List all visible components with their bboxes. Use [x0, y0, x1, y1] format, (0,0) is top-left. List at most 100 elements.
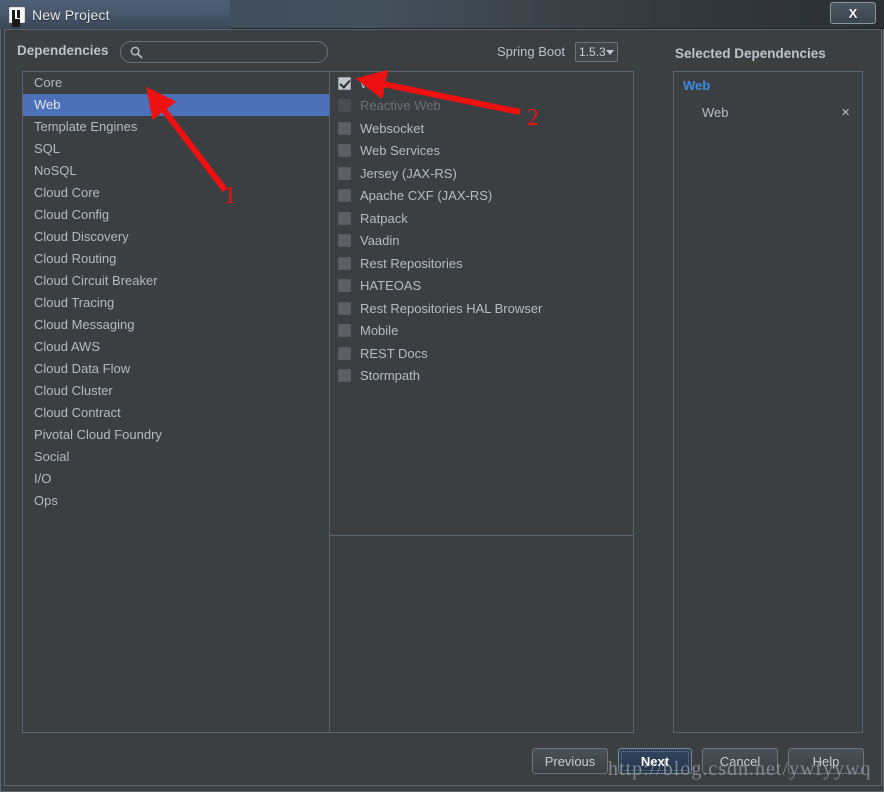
checkbox-icon[interactable] [338, 346, 351, 360]
dependency-item-label: REST Docs [360, 345, 428, 361]
dependency-item[interactable]: Web [330, 72, 633, 95]
checkbox-icon[interactable] [338, 144, 351, 158]
category-item[interactable]: I/O [23, 468, 329, 490]
checkbox-checked-icon[interactable] [338, 76, 351, 90]
spring-boot-label: Spring Boot [497, 44, 565, 59]
selected-dependency-row[interactable]: Web × [674, 101, 862, 123]
next-button[interactable]: Next [618, 748, 692, 774]
category-item[interactable]: SQL [23, 138, 329, 160]
dependency-item-label: Stormpath [360, 368, 420, 384]
category-item-label: Core [34, 75, 63, 90]
category-item[interactable]: Cloud Contract [23, 402, 329, 424]
category-item-label: Web [34, 97, 61, 112]
dependency-list-divider [330, 535, 633, 536]
category-item[interactable]: Core [23, 72, 329, 94]
close-window-button[interactable]: X [830, 2, 876, 24]
category-item[interactable]: Template Engines [23, 116, 329, 138]
category-item[interactable]: Cloud AWS [23, 336, 329, 358]
category-item[interactable]: Cloud Tracing [23, 292, 329, 314]
dependency-item[interactable]: Web Services [330, 140, 633, 163]
dependency-item[interactable]: Jersey (JAX-RS) [330, 162, 633, 185]
search-icon [130, 46, 143, 59]
cancel-button[interactable]: Cancel [702, 748, 778, 774]
dependency-item-label: Jersey (JAX-RS) [360, 165, 457, 181]
dependency-item-label: Ratpack [360, 210, 408, 226]
dependency-item[interactable]: HATEOAS [330, 275, 633, 298]
checkbox-icon[interactable] [338, 256, 351, 270]
dependency-item-label: Web Services [360, 143, 440, 159]
dependency-item[interactable]: Ratpack [330, 207, 633, 230]
category-item[interactable]: Pivotal Cloud Foundry [23, 424, 329, 446]
checkbox-icon[interactable] [338, 189, 351, 203]
checkbox-icon[interactable] [338, 301, 351, 315]
dependency-item[interactable]: Apache CXF (JAX-RS) [330, 185, 633, 208]
checkbox-icon [338, 99, 351, 113]
category-list-panel: Core Web Template Engines SQL NoSQL Cloud Cor… [22, 71, 329, 733]
dependency-item-label: Reactive Web [360, 98, 441, 114]
checkbox-icon[interactable] [338, 211, 351, 225]
dependency-item[interactable]: Rest Repositories HAL Browser [330, 297, 633, 320]
search-input[interactable] [148, 44, 324, 63]
category-item[interactable]: Ops [23, 490, 329, 512]
checkbox-icon[interactable] [338, 234, 351, 248]
category-item[interactable]: Cloud Core [23, 182, 329, 204]
category-item-label: Cloud Tracing [34, 295, 115, 310]
category-item[interactable]: NoSQL [23, 160, 329, 182]
category-item[interactable]: Cloud Cluster [23, 380, 329, 402]
dependency-item-label: Apache CXF (JAX-RS) [360, 188, 493, 204]
category-item-label: Cloud Routing [34, 251, 117, 266]
category-item[interactable]: Cloud Data Flow [23, 358, 329, 380]
category-item-label: Social [34, 449, 70, 464]
dependency-item[interactable]: Rest Repositories [330, 252, 633, 275]
checkbox-icon[interactable] [338, 121, 351, 135]
checkbox-icon[interactable] [338, 324, 351, 338]
category-item[interactable]: Cloud Messaging [23, 314, 329, 336]
dependencies-label: Dependencies [17, 43, 109, 58]
category-item-label: NoSQL [34, 163, 77, 178]
dependency-item-label: Mobile [360, 323, 399, 339]
dependency-item[interactable]: REST Docs [330, 342, 633, 365]
category-item-label: SQL [34, 141, 61, 156]
checkbox-icon[interactable] [338, 166, 351, 180]
category-item-label: Cloud Contract [34, 405, 121, 420]
dependency-item-label: Websocket [360, 120, 425, 136]
category-item-label: Cloud Config [34, 207, 110, 222]
checkbox-icon[interactable] [338, 279, 351, 293]
dependency-item-label: Vaadin [360, 233, 400, 249]
dependency-item[interactable]: Mobile [330, 320, 633, 343]
dependency-item[interactable]: Vaadin [330, 230, 633, 253]
spring-boot-version-value: 1.5.3 [579, 45, 606, 59]
dependency-item-label: Rest Repositories [360, 255, 463, 271]
category-item-label: Template Engines [34, 119, 138, 134]
chevron-down-icon [606, 50, 614, 55]
window-title: New Project [32, 6, 110, 23]
window-titlebar: New Project X [0, 0, 884, 29]
selected-dependencies-panel: Web Web × [673, 71, 863, 733]
dependency-list-panel: Web Reactive Web Websocket Web Services Jers… [329, 71, 634, 733]
dependency-item[interactable]: Websocket [330, 117, 633, 140]
dependency-item-label: HATEOAS [360, 278, 422, 294]
close-icon[interactable]: × [841, 105, 850, 120]
checkbox-icon[interactable] [338, 369, 351, 383]
selected-dependencies-heading: Selected Dependencies [675, 46, 826, 61]
category-item[interactable]: Cloud Routing [23, 248, 329, 270]
category-item[interactable]: Web [23, 94, 329, 116]
category-item-label: I/O [34, 471, 52, 486]
window-title-group: New Project [9, 4, 110, 25]
category-item[interactable]: Cloud Circuit Breaker [23, 270, 329, 292]
category-item[interactable]: Cloud Discovery [23, 226, 329, 248]
dependency-item[interactable]: Stormpath [330, 365, 633, 388]
category-item-label: Cloud Data Flow [34, 361, 131, 376]
previous-button[interactable]: Previous [532, 748, 608, 774]
intellij-idea-icon [9, 6, 25, 23]
new-project-dialog-screen: New Project X Dependencies Spring Boot 1… [0, 0, 884, 792]
category-item-label: Cloud Core [34, 185, 100, 200]
spring-boot-version-select[interactable]: 1.5.3 [575, 42, 618, 62]
category-item-label: Cloud Messaging [34, 317, 135, 332]
category-item[interactable]: Social [23, 446, 329, 468]
dependency-search-box[interactable] [120, 41, 328, 63]
dependency-item: Reactive Web [330, 95, 633, 118]
help-button[interactable]: Help [788, 748, 864, 774]
category-item[interactable]: Cloud Config [23, 204, 329, 226]
dependency-item-label: Web [360, 75, 387, 91]
